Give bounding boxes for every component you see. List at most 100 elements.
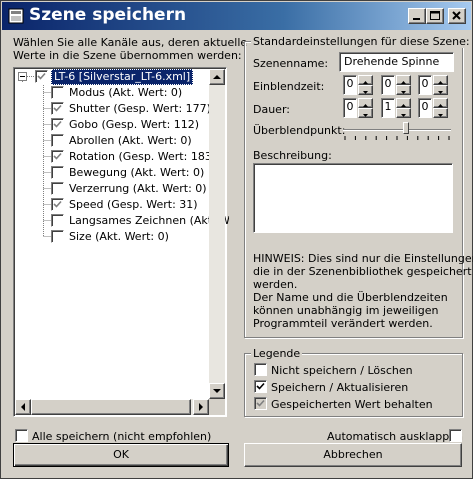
minimize-button[interactable] (408, 8, 426, 24)
scroll-up-button[interactable] (209, 69, 225, 85)
spin-up-button[interactable] (396, 98, 411, 108)
tree-root-item[interactable]: LT-6 [Silverstar_LT-6.xml] (35, 69, 229, 85)
tree-channel-item[interactable]: Size (Akt. Wert: 0) (51, 229, 229, 245)
crossfade-slider-graphic (343, 129, 451, 140)
channel-checkbox[interactable] (51, 102, 64, 115)
duration-spinner-1[interactable] (358, 98, 373, 118)
scroll-right-button[interactable] (193, 399, 209, 415)
fade-in-spinner-2[interactable] (396, 75, 411, 95)
channel-label: Langsames Zeichnen (Akt. Wert (69, 214, 229, 227)
arrow-down-icon (363, 91, 368, 94)
tree-root-label[interactable]: LT-6 [Silverstar_LT-6.xml] (51, 69, 194, 85)
fade-in-spinner-3[interactable] (433, 75, 448, 95)
arrow-down-icon (438, 91, 443, 94)
description-label: Beschreibung: (253, 149, 332, 162)
tree-channel-item[interactable]: Shutter (Gesp. Wert: 177) (51, 101, 229, 117)
check-icon (37, 72, 46, 80)
spin-up-button[interactable] (358, 98, 373, 108)
auto-expand-checkbox[interactable] (449, 429, 462, 442)
channel-label: Abrollen (Akt. Wert: 0) (69, 134, 192, 147)
channel-checkbox[interactable] (51, 86, 64, 99)
fade-in-spinner-1[interactable] (358, 75, 373, 95)
close-button[interactable] (448, 8, 466, 24)
legend-unchecked-checkbox (254, 363, 267, 376)
spin-up-button[interactable] (358, 75, 373, 85)
spin-down-button[interactable] (433, 108, 448, 118)
save-scene-dialog: Szene speichern Wählen Sie alle Kanäle a… (0, 0, 473, 479)
horizontal-scrollbar[interactable] (15, 399, 209, 415)
tree-channel-item[interactable]: Bewegung (Akt. Wert: 0) (51, 165, 229, 181)
legend-checked-checkbox (254, 380, 267, 393)
save-all-checkbox[interactable] (15, 429, 28, 442)
fade-in-value-3[interactable]: 0 (418, 75, 432, 95)
crossfade-slider[interactable] (341, 121, 453, 143)
channel-label: Gobo (Gesp. Wert: 112) (69, 118, 200, 131)
tree-channel-item[interactable]: Modus (Akt. Wert: 0) (51, 85, 229, 101)
check-icon (53, 200, 62, 208)
duration-value-1[interactable]: 0 (343, 98, 357, 118)
tree-channel-item[interactable]: Verzerrung (Akt. Wert: 0) (51, 181, 229, 197)
channel-checkbox[interactable] (51, 230, 64, 243)
spin-down-button[interactable] (358, 85, 373, 95)
vertical-scrollbar[interactable] (209, 69, 225, 415)
tree-root-checkbox[interactable] (35, 70, 48, 83)
spin-down-button[interactable] (396, 85, 411, 95)
duration-spinner-3[interactable] (433, 98, 448, 118)
check-icon (53, 104, 62, 112)
spin-down-button[interactable] (358, 108, 373, 118)
collapse-icon[interactable] (18, 72, 27, 81)
fade-in-value-1[interactable]: 0 (343, 75, 357, 95)
channel-tree-content: LT-6 [Silverstar_LT-6.xml] Modus (Akt. W… (13, 67, 229, 417)
ok-button[interactable]: OK (13, 443, 229, 467)
duration-value-2[interactable]: 1 (381, 98, 395, 118)
spin-up-button[interactable] (433, 75, 448, 85)
save-all-label: Alle speichern (nicht empfohlen) (32, 430, 212, 443)
channel-label: Rotation (Gesp. Wert: 183) (69, 150, 217, 163)
check-icon (53, 120, 62, 128)
channel-checkbox[interactable] (51, 166, 64, 179)
channel-label: Size (Akt. Wert: 0) (69, 230, 169, 243)
channel-checkbox[interactable] (51, 118, 64, 131)
scroll-left-button[interactable] (15, 399, 31, 415)
scroll-corner (209, 399, 225, 415)
tree-channel-item[interactable]: Gobo (Gesp. Wert: 112) (51, 117, 229, 133)
tree-channel-item[interactable]: Speed (Gesp. Wert: 31) (51, 197, 229, 213)
description-textarea[interactable] (253, 163, 453, 233)
channel-label: Speed (Gesp. Wert: 31) (69, 198, 198, 211)
channel-checkbox[interactable] (51, 182, 64, 195)
duration-spinner-2[interactable] (396, 98, 411, 118)
cancel-button[interactable]: Abbrechen (244, 443, 462, 467)
spin-up-button[interactable] (433, 98, 448, 108)
arrow-down-icon (363, 114, 368, 117)
title-bar[interactable]: Szene speichern (2, 2, 471, 30)
instruction-line-2: Werte in die Szene übernommen werden: (13, 49, 242, 62)
hint-line: die in der Szenenbibliothek gespeichert (253, 265, 472, 278)
tree-channel-item[interactable]: Rotation (Gesp. Wert: 183) (51, 149, 229, 165)
crossfade-slider-thumb[interactable] (403, 122, 409, 134)
tree-channel-item[interactable]: Langsames Zeichnen (Akt. Wert (51, 213, 229, 229)
channel-checkbox[interactable] (51, 150, 64, 163)
channel-checkbox[interactable] (51, 214, 64, 227)
channel-label: Verzerrung (Akt. Wert: 0) (69, 182, 207, 195)
spin-up-button[interactable] (396, 75, 411, 85)
instruction-line-1: Wählen Sie alle Kanäle aus, deren aktuel… (13, 36, 248, 49)
spin-down-button[interactable] (396, 108, 411, 118)
channel-checkbox[interactable] (51, 198, 64, 211)
legend-item-label: Speichern / Aktualisieren (271, 381, 409, 394)
arrow-right-icon (199, 403, 203, 411)
hint-line: Programmteil verändert werden. (253, 317, 433, 330)
check-icon (53, 152, 62, 160)
fade-in-value-2[interactable]: 0 (381, 75, 395, 95)
window-title: Szene speichern (29, 5, 187, 25)
app-icon (8, 8, 24, 24)
scroll-down-button[interactable] (209, 383, 225, 399)
channel-checkbox[interactable] (51, 134, 64, 147)
scroll-thumb[interactable] (31, 399, 191, 415)
scene-settings-group-label: Standardeinstellungen für diese Szene: (251, 35, 472, 48)
duration-value-3[interactable]: 0 (418, 98, 432, 118)
maximize-button[interactable] (426, 8, 444, 24)
tree-channel-item[interactable]: Abrollen (Akt. Wert: 0) (51, 133, 229, 149)
check-icon (256, 399, 265, 407)
scene-name-input[interactable]: Drehende Spinne (339, 52, 454, 72)
spin-down-button[interactable] (433, 85, 448, 95)
